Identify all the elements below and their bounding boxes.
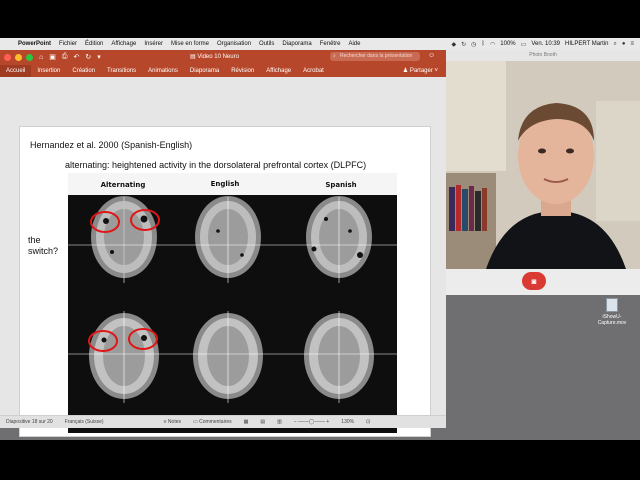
redo-icon[interactable]: ↻ (85, 53, 91, 61)
slide-reference-text: Hernandez et al. 2000 (Spanish-English) (30, 140, 193, 150)
reading-view-icon[interactable]: ▥ (271, 419, 288, 425)
zoom-slider[interactable]: − ───◯─── + (288, 419, 335, 425)
language-indicator[interactable]: Français (Suisse) (59, 419, 110, 425)
battery-percent[interactable]: 100% (500, 41, 515, 47)
tab-diaporama[interactable]: Diaporama (184, 68, 225, 74)
search-field[interactable]: ⌕ Rechercher dans la présentation (330, 52, 420, 61)
notes-label: Notes (167, 419, 181, 425)
minimize-window-button[interactable] (15, 53, 22, 61)
window-titlebar: ⌂ ▣ ⎙ ↶ ↻ ▾ ▤ Video 10 Neuro ⌕ Recherche… (0, 50, 446, 64)
slide-counter: Diapositive 18 sur 20 (6, 419, 53, 425)
search-placeholder: Rechercher dans la présentation (340, 53, 413, 59)
close-window-button[interactable] (4, 53, 11, 61)
document-title: ▤ Video 10 Neuro (190, 53, 239, 60)
brain-scan-svg: Alternating English Spanish (68, 173, 397, 433)
document-title-text: Video 10 Neuro (197, 54, 239, 60)
tab-animations[interactable]: Animations (142, 68, 184, 74)
tab-accueil[interactable]: Accueil (0, 64, 32, 77)
bluetooth-icon[interactable]: ᛒ (481, 41, 485, 47)
wifi-icon[interactable]: ◠ (490, 41, 495, 48)
clock[interactable]: Ven. 10:39 (531, 41, 560, 47)
menu-mise-en-forme[interactable]: Mise en forme (167, 41, 213, 47)
menu-organisation[interactable]: Organisation (213, 41, 255, 47)
tab-acrobat[interactable]: Acrobat (297, 68, 330, 74)
save-icon[interactable]: ▣ (49, 53, 56, 61)
menubar-status-area: ◆ ↻ ◷ ᛒ ◠ 100% ▭ Ven. 10:39 HILPERT Mart… (452, 41, 640, 48)
slide-canvas: Hernandez et al. 2000 (Spanish-English) … (0, 77, 446, 437)
brain-scan-figure: Alternating English Spanish (68, 173, 397, 433)
zoom-level[interactable]: 130% (335, 419, 360, 425)
desktop-file-ishowu-capture[interactable]: iShowU- Capture.mov (590, 298, 634, 326)
print-icon[interactable]: ⎙ (62, 53, 68, 61)
fit-slide-icon[interactable]: ⊡ (360, 419, 376, 425)
battery-icon[interactable]: ▭ (521, 41, 527, 48)
menu-fenetre[interactable]: Fenêtre (316, 41, 345, 47)
customize-toolbar-icon[interactable]: ▾ (97, 53, 101, 61)
share-icon: ♟ (402, 68, 410, 74)
undo-icon[interactable]: ↶ (73, 53, 79, 61)
desktop-screen: PowerPoint Fichier Édition Affichage Ins… (0, 38, 640, 440)
comments-label: Commentaires (199, 419, 232, 425)
menu-inserer[interactable]: Insérer (140, 41, 167, 47)
question-line-2: switch? (28, 246, 59, 256)
sync-icon[interactable]: ↻ (461, 41, 466, 48)
menu-fichier[interactable]: Fichier (55, 41, 81, 47)
slide-sorter-icon[interactable]: ▤ (254, 419, 271, 425)
photo-booth-title: Photo Booth (446, 50, 640, 61)
file-name-line-2: Capture.mov (597, 320, 627, 326)
slide-subtitle-text: alternating: heightened activity in the … (65, 160, 367, 170)
dropbox-icon[interactable]: ◆ (452, 41, 457, 48)
menu-outils[interactable]: Outils (255, 41, 278, 47)
menu-diaporama[interactable]: Diaporama (278, 41, 315, 47)
menu-affichage[interactable]: Affichage (107, 41, 140, 47)
ribbon-tabs: Accueil Insertion Création Transitions A… (0, 64, 446, 77)
tab-insertion[interactable]: Insertion (31, 68, 66, 74)
tab-creation[interactable]: Création (66, 68, 101, 74)
camera-icon: ◙ (531, 276, 537, 286)
camera-preview-svg (446, 61, 640, 269)
normal-view-icon[interactable]: ▦ (238, 419, 255, 425)
feedback-smiley-icon[interactable]: ☺ (428, 52, 435, 59)
share-label: Partager (409, 68, 433, 74)
status-bar: Diapositive 18 sur 20 Français (Suisse) … (0, 415, 446, 428)
comments-button[interactable]: ▭ Commentaires (187, 419, 238, 425)
share-button[interactable]: ♟ Partager ˅ (403, 67, 446, 74)
question-line-1: the (28, 235, 41, 245)
column-header-alternating: Alternating (101, 181, 146, 189)
macos-menubar: PowerPoint Fichier Édition Affichage Ins… (0, 38, 640, 50)
spotlight-icon[interactable]: ⌕ (613, 41, 616, 48)
tab-affichage[interactable]: Affichage (260, 68, 297, 74)
search-icon: ⌕ (333, 53, 336, 59)
photo-booth-window: Photo Booth ◙ (446, 50, 640, 295)
zoom-window-button[interactable] (26, 53, 33, 61)
menu-edition[interactable]: Édition (81, 41, 107, 47)
time-machine-icon[interactable]: ◷ (471, 41, 476, 48)
powerpoint-window: ⌂ ▣ ⎙ ↶ ↻ ▾ ▤ Video 10 Neuro ⌕ Recherche… (0, 50, 446, 437)
user-name[interactable]: HILPERT Martin (565, 41, 608, 47)
column-header-spanish: Spanish (325, 181, 356, 189)
menu-aide[interactable]: Aide (344, 41, 364, 47)
take-photo-button[interactable]: ◙ (522, 272, 546, 290)
menu-app-name[interactable]: PowerPoint (14, 41, 55, 47)
slide-question-text: the switch? (28, 235, 68, 257)
siri-icon[interactable]: ● (622, 41, 626, 47)
movie-file-icon (606, 298, 618, 312)
camera-preview (446, 61, 640, 269)
tab-transitions[interactable]: Transitions (101, 68, 142, 74)
notification-center-icon[interactable]: ≡ (630, 41, 634, 47)
notes-button[interactable]: ≡ Notes (158, 419, 187, 425)
column-header-english: English (211, 180, 240, 188)
tab-revision[interactable]: Révision (225, 68, 260, 74)
home-icon[interactable]: ⌂ (39, 54, 43, 61)
slide[interactable]: Hernandez et al. 2000 (Spanish-English) … (19, 126, 431, 437)
